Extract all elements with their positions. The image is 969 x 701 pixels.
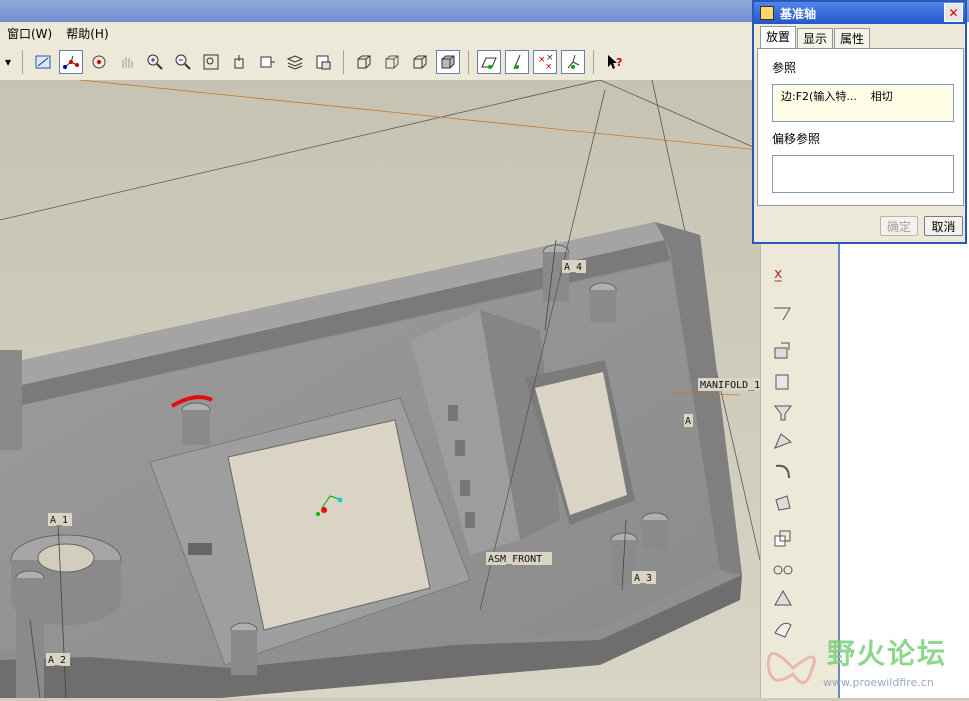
axis-label-a-right: A [685,416,691,427]
view-manager-icon[interactable] [255,50,279,74]
hidden-line-icon[interactable] [380,50,404,74]
axis-label-a3: A_3 [634,573,652,584]
reference-item[interactable]: 边:F2(输入特... 相切 [781,90,893,103]
datum-axis-dialog: 基准轴 ✕ 放置 显示 属性 参照 边:F2(输入特... 相切 偏移参照 确定… [752,0,967,244]
redraw-icon[interactable] [31,50,55,74]
draft-tool-icon[interactable] [771,490,795,514]
datum-points-icon[interactable]: × × × [533,50,557,74]
toolbar: ▾ × × × ? [0,44,760,81]
no-hidden-icon[interactable] [408,50,432,74]
toolbar-separator [593,50,594,74]
dropdown-arrow-icon[interactable]: ▾ [2,50,14,74]
tab-properties[interactable]: 属性 [834,28,871,48]
plane-label-asm-front: ASM_FRONT [488,554,542,565]
svg-text:×: × [546,53,554,63]
svg-text:x̲: x̲ [774,266,783,282]
orient-icon[interactable] [227,50,251,74]
ok-button[interactable]: 确定 [880,216,918,236]
extrude-tool-icon[interactable] [771,340,795,364]
shell-tool-icon[interactable] [771,430,795,454]
shaded-icon[interactable] [436,50,460,74]
tab-display[interactable]: 显示 [797,28,834,48]
axis-label-a4: A_4 [564,262,582,273]
watermark-url: www.proewildfire.cn [823,676,934,689]
datum-planes-icon[interactable] [477,50,501,74]
axis-label-a2: A_2 [48,655,66,666]
rib-tool-icon[interactable] [771,460,795,484]
datum-point-tool-icon[interactable]: x̲ [771,260,795,284]
toolbar-separator [468,50,469,74]
wireframe-icon[interactable] [352,50,376,74]
svg-text:×: × [545,62,553,71]
cancel-button[interactable]: 取消 [924,216,963,236]
dialog-tabs: 放置 显示 属性 [760,26,871,48]
offset-references-label: 偏移参照 [772,132,821,146]
references-collector[interactable]: 边:F2(输入特... 相切 [772,84,954,122]
pan-icon[interactable] [115,50,139,74]
svg-text:?: ? [616,56,622,69]
menu-bar: 窗口(W) 帮助(H) [0,22,760,44]
watermark-title: 野火论坛 [827,637,948,670]
menu-help[interactable]: 帮助(H) [59,25,115,42]
dialog-app-icon [760,6,774,20]
placement-panel: 参照 边:F2(输入特... 相切 偏移参照 [757,48,964,206]
tab-placement[interactable]: 放置 [760,26,797,48]
menu-window[interactable]: 窗口(W) [0,25,59,42]
toolbar-separator [343,50,344,74]
merge-tool-icon[interactable] [771,587,795,611]
sketch-tool-icon[interactable] [771,300,795,324]
copy-tool-icon[interactable] [771,527,795,551]
toolbar-separator [22,50,23,74]
graphics-viewport[interactable]: A_4 A_1 A_2 A_3 ASM_FRONT MANIFOLD_1 A [0,80,760,698]
dialog-title: 基准轴 [780,6,817,21]
forum-watermark: 野火论坛 www.proewildfire.cn [755,628,969,698]
spin-center-icon[interactable] [87,50,111,74]
datum-axes-icon[interactable] [505,50,529,74]
close-icon[interactable]: ✕ [944,3,963,22]
references-label: 参照 [772,61,797,75]
revolve-tool-icon[interactable] [771,370,795,394]
offset-references-collector[interactable] [772,155,954,193]
datum-axis-icon[interactable] [59,50,83,74]
coord-sys-icon[interactable] [561,50,585,74]
axis-label-a1: A_1 [50,515,68,526]
named-views-icon[interactable] [311,50,335,74]
plane-label-manifold: MANIFOLD_1 [700,380,760,391]
zoom-in-icon[interactable] [143,50,167,74]
model-view[interactable]: A_4 A_1 A_2 A_3 ASM_FRONT MANIFOLD_1 A [0,80,760,698]
fit-icon[interactable] [199,50,223,74]
layers-icon[interactable] [283,50,307,74]
hole-tool-icon[interactable] [771,400,795,424]
mirror-tool-icon[interactable] [771,557,795,581]
dialog-title-bar: 基准轴 [754,2,965,24]
help-icon[interactable]: ? [602,50,626,74]
zoom-out-icon[interactable] [171,50,195,74]
